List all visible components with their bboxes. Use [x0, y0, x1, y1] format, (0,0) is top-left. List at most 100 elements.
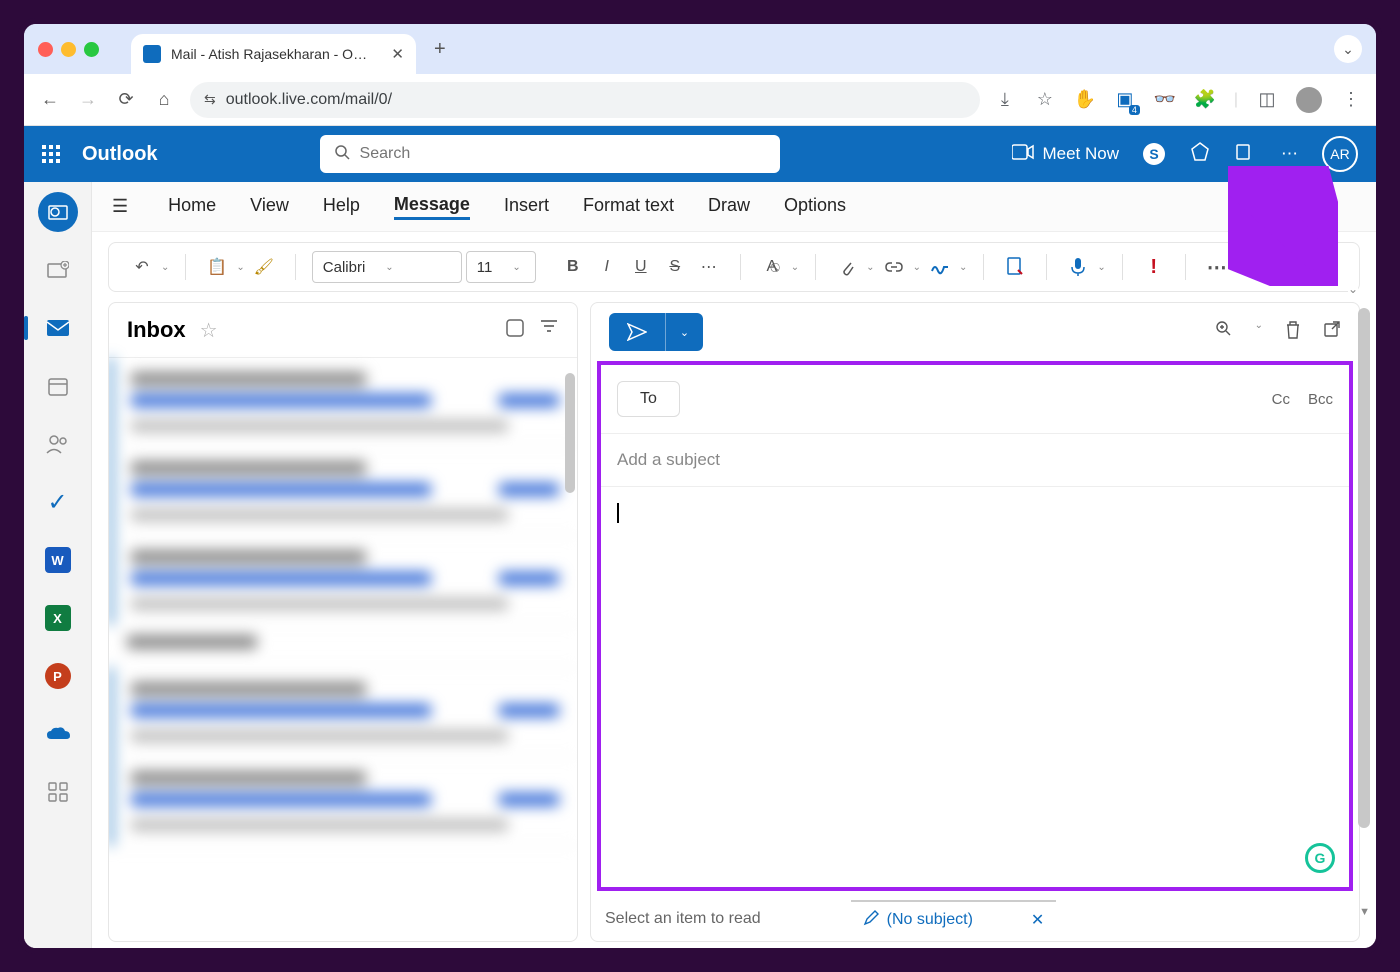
- draft-tab[interactable]: (No subject) ✕: [851, 900, 1057, 939]
- scroll-down-icon[interactable]: ▼: [1359, 906, 1370, 918]
- mailbox-title: Inbox: [127, 317, 186, 343]
- sidepanel-icon[interactable]: ◫: [1256, 89, 1278, 111]
- bcc-button[interactable]: Bcc: [1308, 391, 1333, 408]
- tab-view[interactable]: View: [250, 195, 289, 218]
- more-format-icon[interactable]: ⋯: [694, 252, 724, 282]
- search-box[interactable]: [320, 135, 780, 173]
- back-icon[interactable]: ←: [38, 89, 62, 110]
- mailbox-scrollbar[interactable]: [565, 373, 575, 493]
- rail-people-icon[interactable]: [38, 424, 78, 464]
- teams-icon[interactable]: [1235, 141, 1257, 168]
- dictate-icon[interactable]: [1063, 252, 1093, 282]
- list-item: [109, 358, 577, 447]
- grammarly-icon[interactable]: G: [1305, 843, 1335, 873]
- popout-icon[interactable]: [1323, 320, 1341, 345]
- home-icon[interactable]: ⌂: [152, 89, 176, 110]
- tab-draw[interactable]: Draw: [708, 195, 750, 218]
- compose-body: To Cc Bcc G: [597, 361, 1353, 891]
- compose-pane: ⌄ ⌄: [590, 302, 1360, 942]
- tab-message[interactable]: Message: [394, 194, 470, 220]
- browser-tab-title: Mail - Atish Rajasekharan - O…: [171, 46, 381, 62]
- discard-icon[interactable]: [1285, 320, 1301, 345]
- outlook-logo[interactable]: Outlook: [82, 143, 158, 166]
- signature-icon[interactable]: [925, 252, 955, 282]
- draft-close-icon[interactable]: ✕: [1031, 910, 1044, 930]
- apps-icon[interactable]: [1000, 252, 1030, 282]
- bookmark-star-icon[interactable]: ☆: [1034, 89, 1056, 111]
- more-header-icon[interactable]: ⋯: [1281, 144, 1298, 164]
- extension-badge-icon[interactable]: ▣4: [1114, 89, 1136, 111]
- ribbon-collapse-icon[interactable]: ⌄: [1348, 282, 1358, 296]
- browser-menu-icon[interactable]: ⋮: [1340, 89, 1362, 111]
- rail-todo-icon[interactable]: ✓: [38, 482, 78, 522]
- tab-format-text[interactable]: Format text: [583, 195, 674, 218]
- ublock-icon[interactable]: ✋: [1074, 89, 1096, 111]
- page-scrollbar[interactable]: [1358, 308, 1370, 828]
- format-painter-icon[interactable]: 🖌: [249, 252, 279, 282]
- skype-icon[interactable]: S: [1143, 143, 1165, 165]
- tab-help[interactable]: Help: [323, 195, 360, 218]
- rail-word-icon[interactable]: W: [38, 540, 78, 580]
- forward-icon[interactable]: →: [76, 89, 100, 110]
- traffic-light-close[interactable]: [38, 42, 53, 57]
- font-name-select[interactable]: Calibri⌄: [312, 251, 462, 283]
- bold-icon[interactable]: B: [558, 252, 588, 282]
- user-avatar[interactable]: AR: [1322, 136, 1358, 172]
- italic-icon[interactable]: I: [592, 252, 622, 282]
- tab-close-icon[interactable]: ✕: [391, 45, 404, 63]
- rail-excel-icon[interactable]: X: [38, 598, 78, 638]
- meet-now-button[interactable]: Meet Now: [1012, 144, 1119, 165]
- traffic-light-fullscreen[interactable]: [84, 42, 99, 57]
- message-list[interactable]: [109, 358, 577, 941]
- list-item: [109, 668, 577, 757]
- url-bar[interactable]: ⇆ outlook.live.com/mail/0/: [190, 82, 980, 118]
- browser-tab[interactable]: Mail - Atish Rajasekharan - O… ✕: [131, 34, 416, 74]
- tab-options[interactable]: Options: [784, 195, 846, 218]
- clear-format-icon[interactable]: A⃠: [757, 252, 787, 282]
- tab-insert[interactable]: Insert: [504, 195, 549, 218]
- rail-calendar-icon[interactable]: [38, 366, 78, 406]
- zoom-icon[interactable]: [1215, 320, 1233, 345]
- send-dropdown-icon[interactable]: ⌄: [665, 313, 703, 351]
- hamburger-icon[interactable]: ☰: [112, 196, 128, 217]
- cc-button[interactable]: Cc: [1272, 391, 1290, 408]
- rail-mail-icon[interactable]: [38, 308, 78, 348]
- message-body-input[interactable]: [601, 487, 1349, 539]
- app-launcher-icon[interactable]: [42, 145, 60, 163]
- to-button[interactable]: To: [617, 381, 680, 417]
- new-tab-button[interactable]: +: [434, 38, 446, 61]
- search-input[interactable]: [360, 145, 766, 163]
- install-icon[interactable]: ⤓: [994, 89, 1016, 111]
- underline-icon[interactable]: U: [626, 252, 656, 282]
- subject-input[interactable]: [617, 450, 1333, 470]
- list-item: [109, 536, 577, 625]
- premium-icon[interactable]: [1189, 141, 1211, 168]
- rail-new-mail-icon[interactable]: [38, 250, 78, 290]
- rail-more-apps-icon[interactable]: [38, 772, 78, 812]
- link-icon[interactable]: [879, 252, 909, 282]
- tab-home[interactable]: Home: [168, 195, 216, 218]
- extension-icon-a[interactable]: 👓: [1154, 89, 1176, 111]
- send-icon[interactable]: [609, 313, 665, 351]
- importance-icon[interactable]: !: [1139, 252, 1169, 282]
- attach-icon[interactable]: [832, 252, 862, 282]
- extensions-puzzle-icon[interactable]: 🧩: [1194, 89, 1216, 111]
- strike-icon[interactable]: S: [660, 252, 690, 282]
- reload-icon[interactable]: ⟳: [114, 89, 138, 110]
- filter-icon[interactable]: [539, 318, 559, 343]
- send-button[interactable]: ⌄: [609, 313, 703, 351]
- paste-icon[interactable]: 📋: [202, 252, 232, 282]
- font-size-select[interactable]: 11⌄: [466, 251, 536, 283]
- site-info-icon[interactable]: ⇆: [204, 91, 216, 108]
- favorite-star-icon[interactable]: ☆: [200, 318, 218, 343]
- select-all-icon[interactable]: [505, 318, 525, 343]
- video-icon: [1012, 144, 1034, 165]
- tab-overflow-button[interactable]: ⌄: [1334, 35, 1362, 63]
- traffic-light-minimize[interactable]: [61, 42, 76, 57]
- profile-avatar-icon[interactable]: [1296, 87, 1322, 113]
- rail-onedrive-icon[interactable]: [38, 714, 78, 754]
- undo-icon[interactable]: ↶: [127, 252, 157, 282]
- toolbar-more-icon[interactable]: ⋯: [1202, 252, 1232, 282]
- rail-outlook-icon[interactable]: [38, 192, 78, 232]
- rail-ppt-icon[interactable]: P: [38, 656, 78, 696]
